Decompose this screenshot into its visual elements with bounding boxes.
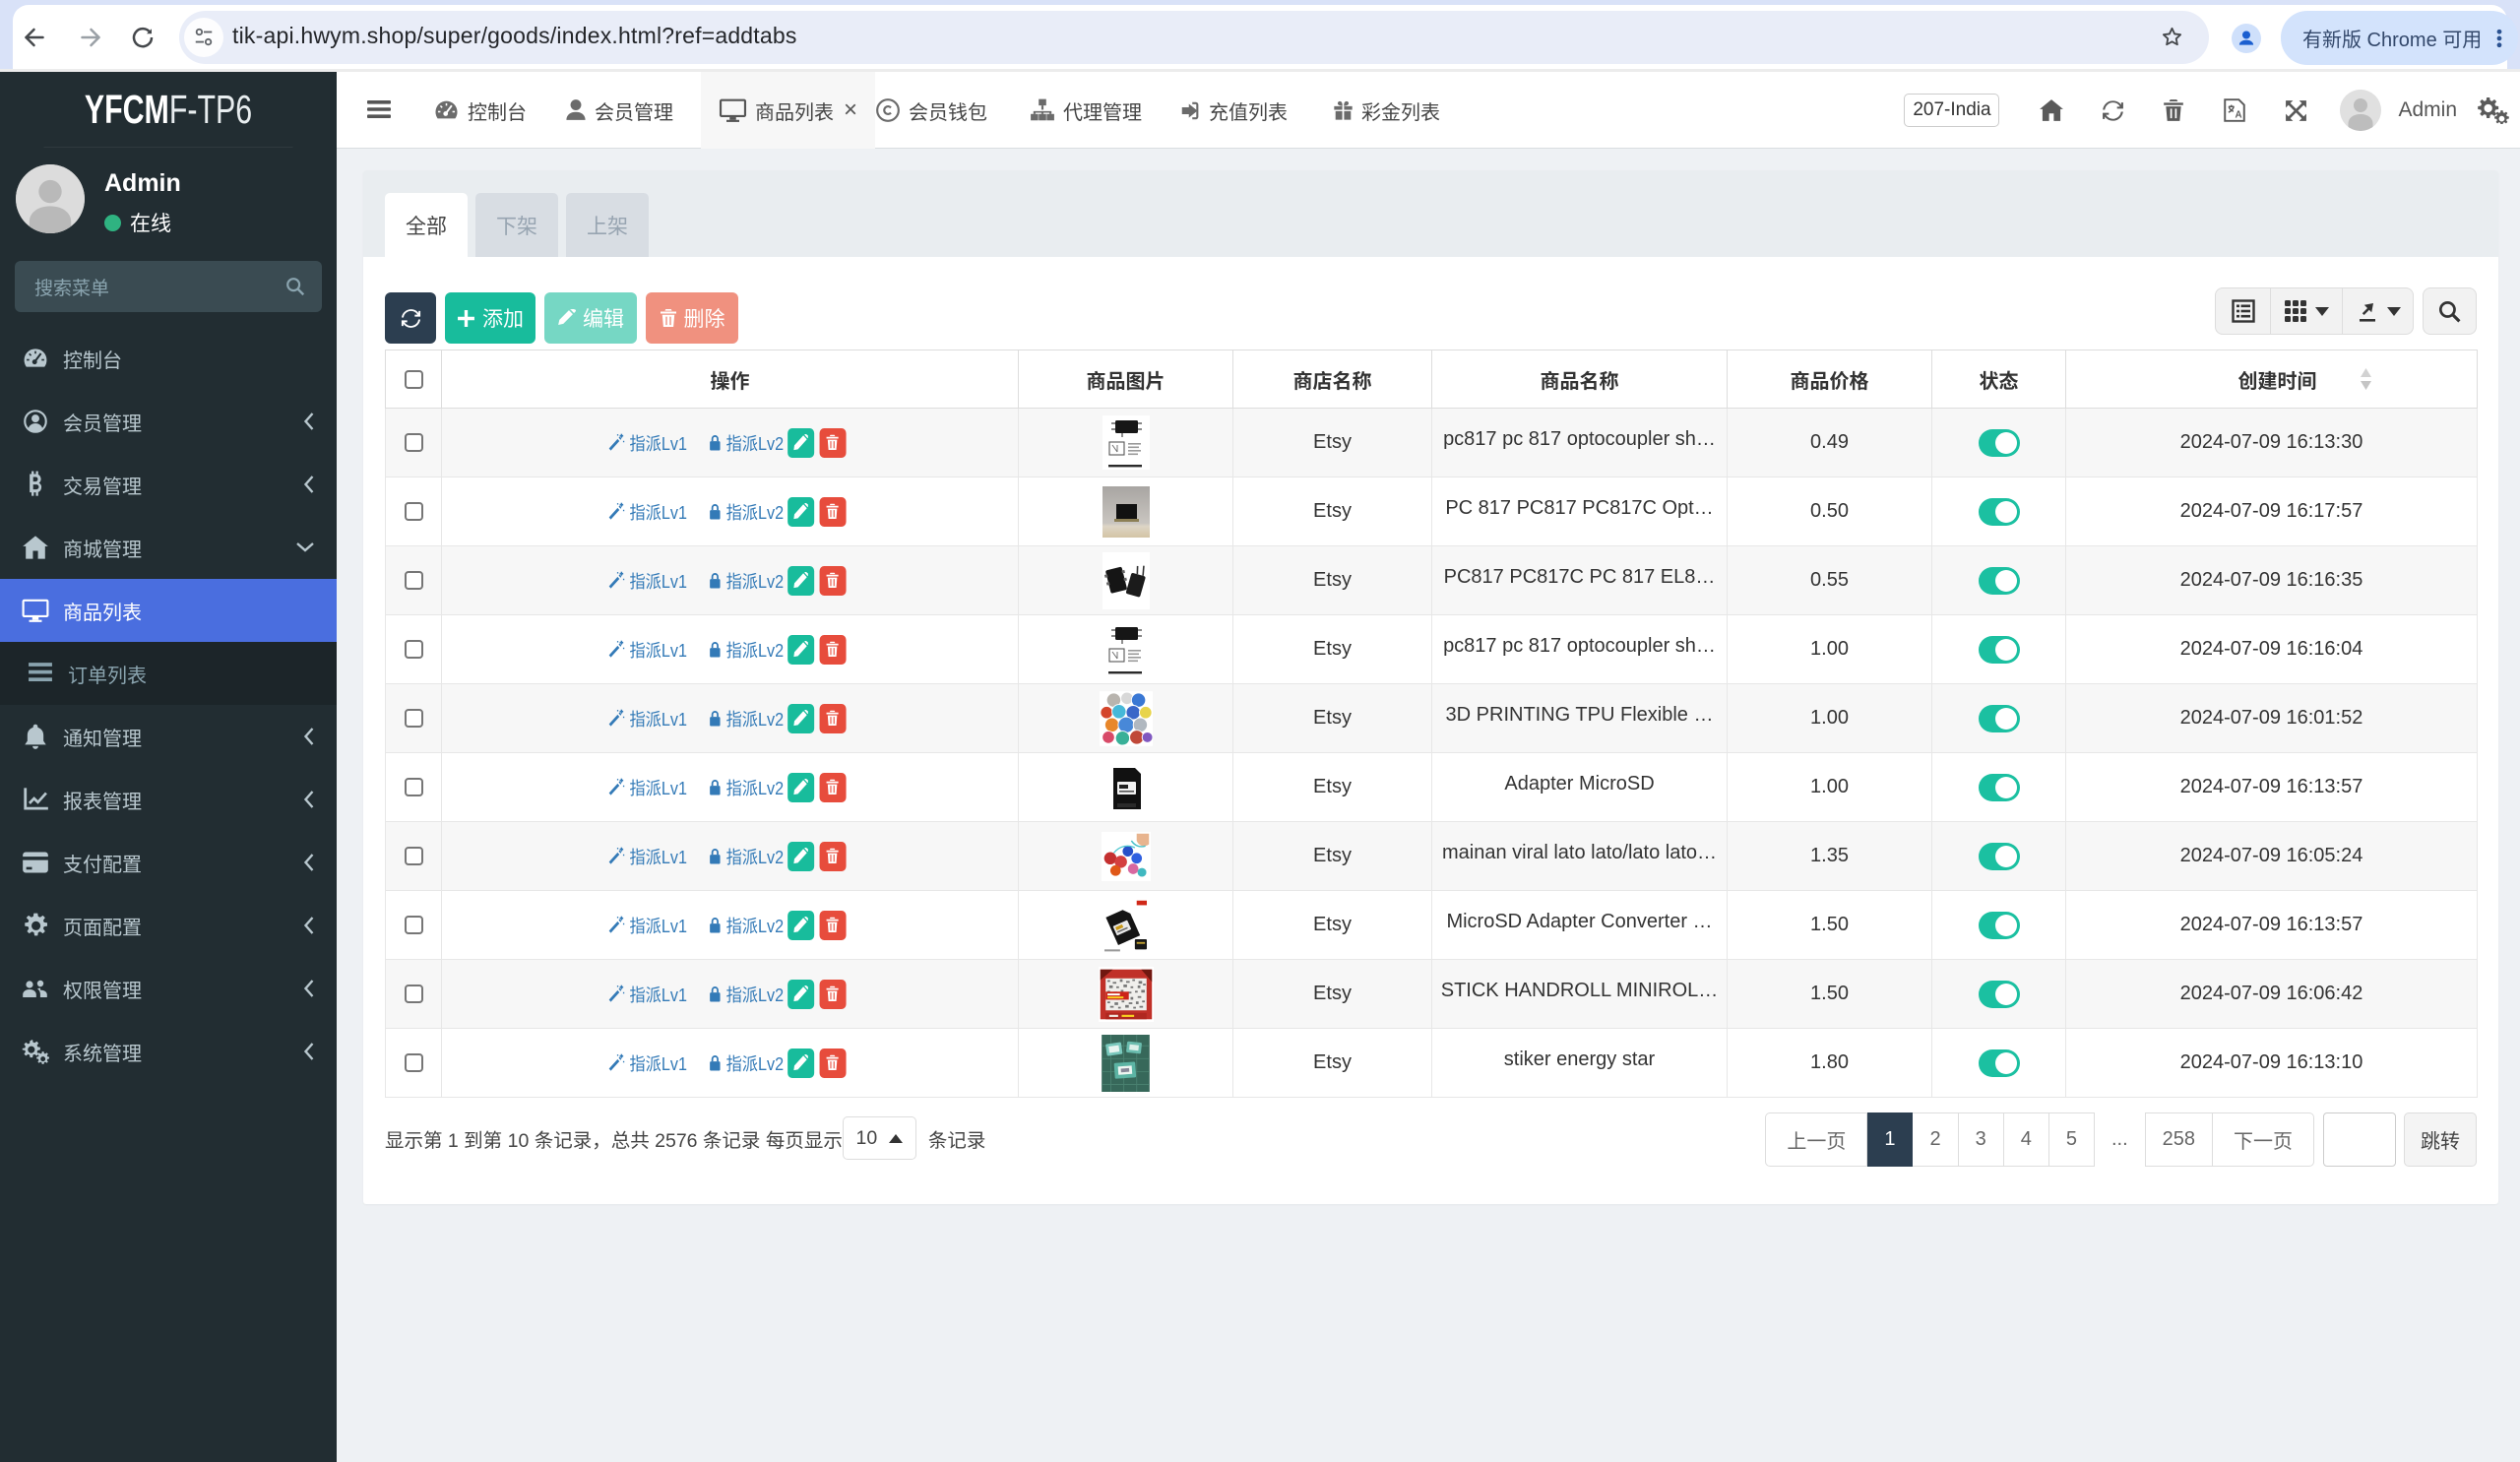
- svg-text:A: A: [2236, 110, 2242, 121]
